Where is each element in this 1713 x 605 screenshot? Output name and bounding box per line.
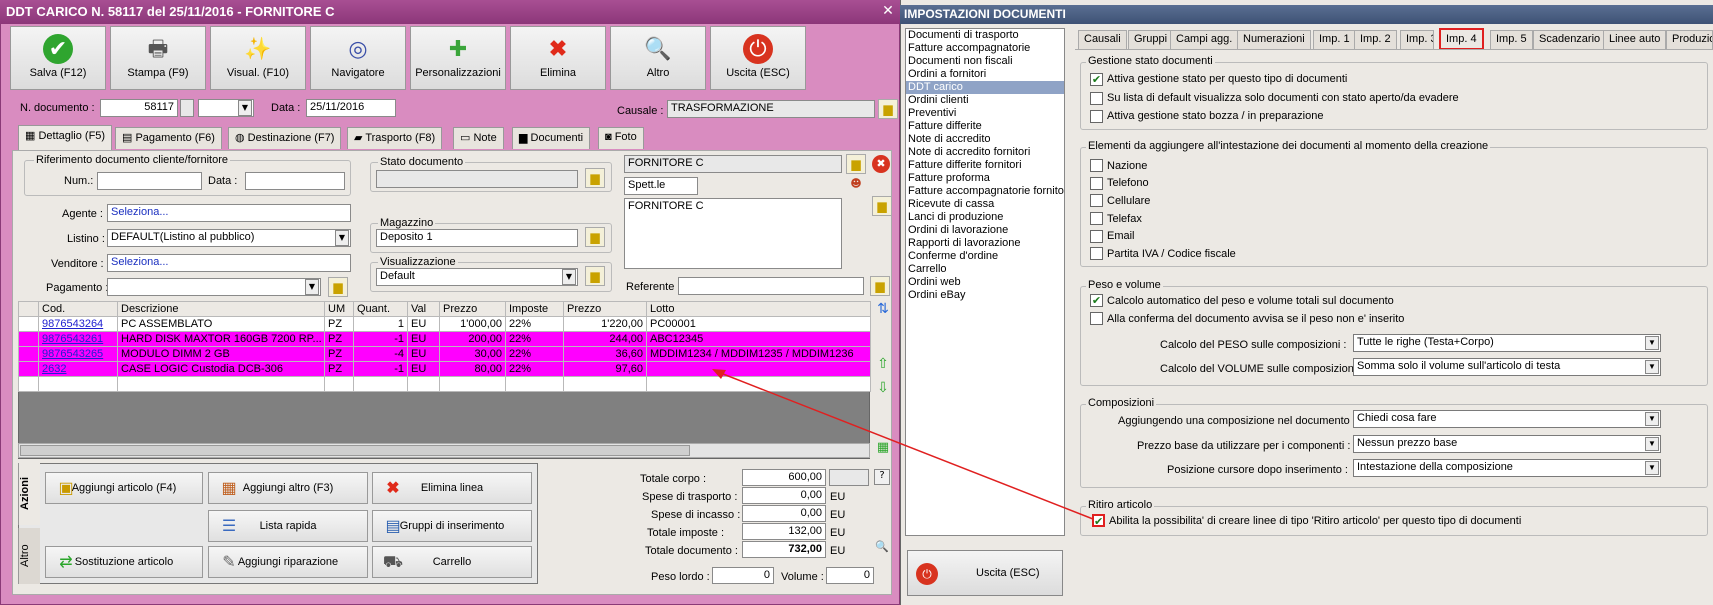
annotation-arrow bbox=[712, 369, 1094, 520]
